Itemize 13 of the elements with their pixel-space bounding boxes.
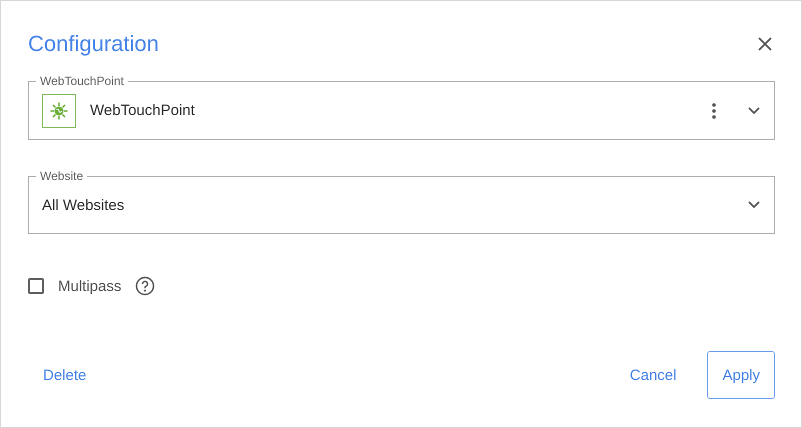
help-icon[interactable] <box>135 276 156 296</box>
more-icon[interactable] <box>712 102 716 118</box>
checkbox[interactable] <box>28 278 44 294</box>
field-value: WebTouchPoint <box>90 102 196 119</box>
apply-button[interactable]: Apply <box>707 351 775 399</box>
field-label: WebTouchPoint <box>36 74 128 88</box>
field-label: Website <box>36 169 88 183</box>
dialog-title: Configuration <box>28 31 159 57</box>
field-value: All Websites <box>42 196 126 214</box>
globe-icon <box>42 94 76 128</box>
chevron-down-icon[interactable] <box>748 106 760 114</box>
chevron-down-icon[interactable] <box>748 201 760 209</box>
checkbox-label: Multipass <box>58 278 122 294</box>
